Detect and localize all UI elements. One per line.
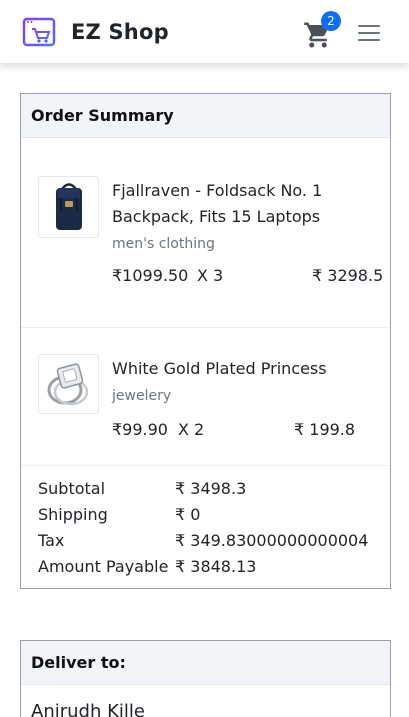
payable-value: ₹ 3848.13 [175,557,257,576]
item-unit-price: ₹1099.50 [112,266,189,285]
tax-label: Tax [38,531,65,550]
item-total: ₹ 199.8 [294,420,356,439]
item-total: ₹ 3298.5 [312,266,384,285]
tax-value: ₹ 349.83000000000004 [175,531,369,550]
item-category: men's clothing [112,236,215,252]
order-item: White Gold Plated Princess jewelery ₹99.… [21,328,390,466]
item-unit-price: ₹99.90 [112,420,168,439]
item-quantity: X 2 [178,420,205,439]
order-summary-card: Order Summary Fjallraven - Foldsack No. … [20,93,391,589]
cart-count-badge[interactable]: 2 [321,11,341,31]
backpack-image [38,176,99,238]
app-header: EZ Shop 2 [0,0,409,63]
ring-image [38,354,99,414]
item-quantity: X 3 [197,266,224,285]
deliver-to-title: Deliver to: [21,641,390,685]
item-title-line1[interactable]: White Gold Plated Princess [112,356,372,382]
shipping-label: Shipping [38,505,108,524]
item-category: jewelery [112,388,172,404]
subtotal-value: ₹ 3498.3 [175,479,247,498]
recipient-name: Anirudh Kille [31,701,145,717]
deliver-to-card: Deliver to: Anirudh Kille [20,640,391,717]
item-title-line1[interactable]: Fjallraven - Foldsack No. 1 [112,178,372,204]
item-title-line2[interactable]: Backpack, Fits 15 Laptops [112,204,372,230]
shipping-value: ₹ 0 [175,505,201,524]
subtotal-label: Subtotal [38,479,106,498]
payable-label: Amount Payable [38,557,169,576]
hamburger-menu-icon[interactable] [358,25,380,43]
brand-name[interactable]: EZ Shop [71,20,169,44]
order-item: Fjallraven - Foldsack No. 1 Backpack, Fi… [21,138,390,328]
shop-logo-icon[interactable] [22,17,56,49]
order-summary-title: Order Summary [21,94,390,138]
